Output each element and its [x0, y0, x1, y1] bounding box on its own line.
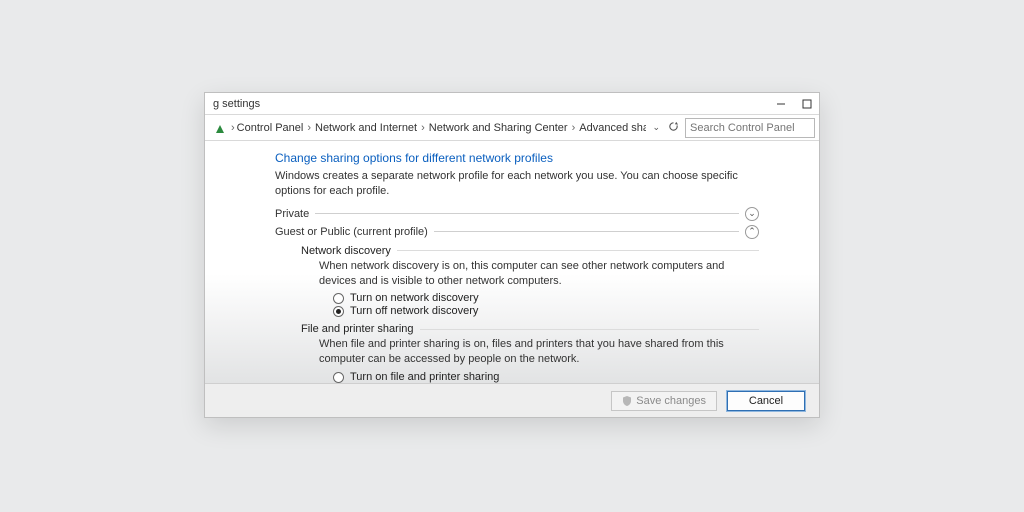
- radio-label: Turn on network discovery: [350, 292, 479, 304]
- subsection-label: Network discovery: [301, 245, 391, 257]
- radio-network-discovery-on[interactable]: Turn on network discovery: [333, 292, 759, 304]
- cancel-button[interactable]: Cancel: [727, 391, 805, 411]
- divider: [420, 329, 759, 330]
- button-label: Save changes: [636, 395, 706, 407]
- maximize-button[interactable]: [801, 98, 813, 110]
- minimize-button[interactable]: [775, 98, 787, 110]
- button-bar: Save changes Cancel: [205, 383, 819, 417]
- radio-file-printer-on[interactable]: Turn on file and printer sharing: [333, 371, 759, 383]
- shield-icon: [622, 396, 632, 406]
- dropdown-icon[interactable]: ⌄: [652, 122, 660, 133]
- chevron-right-icon: ›: [307, 122, 311, 134]
- radio-icon: [333, 372, 344, 383]
- nav-icon[interactable]: [213, 121, 227, 135]
- address-bar: › Control Panel › Network and Internet ›…: [205, 115, 819, 141]
- breadcrumb-item[interactable]: Network and Internet: [315, 122, 417, 134]
- page-title: Change sharing options for different net…: [275, 151, 759, 165]
- radio-icon: [333, 306, 344, 317]
- content-area: Change sharing options for different net…: [205, 141, 819, 383]
- save-changes-button[interactable]: Save changes: [611, 391, 717, 411]
- radio-label: Turn on file and printer sharing: [350, 371, 499, 383]
- search-input[interactable]: [685, 118, 815, 138]
- subsection-description: When file and printer sharing is on, fil…: [319, 337, 759, 367]
- chevron-up-icon[interactable]: ⌃: [745, 225, 759, 239]
- breadcrumb-item[interactable]: Advanced sharing settings: [579, 122, 646, 134]
- section-guest-public[interactable]: Guest or Public (current profile) ⌃: [275, 225, 759, 239]
- radio-icon: [333, 293, 344, 304]
- section-private[interactable]: Private ⌄: [275, 207, 759, 221]
- chevron-right-icon: ›: [421, 122, 425, 134]
- control-panel-window: g settings › Control Panel › Network and…: [204, 92, 820, 418]
- radio-network-discovery-off[interactable]: Turn off network discovery: [333, 305, 759, 317]
- section-label: Private: [275, 208, 309, 220]
- refresh-icon[interactable]: [668, 121, 679, 135]
- chevron-right-icon: ›: [572, 122, 576, 134]
- subsection-description: When network discovery is on, this compu…: [319, 259, 759, 289]
- subsection-network-discovery: Network discovery: [301, 245, 759, 257]
- window-title: g settings: [213, 98, 260, 110]
- divider: [315, 213, 739, 214]
- page-description: Windows creates a separate network profi…: [275, 169, 759, 199]
- button-label: Cancel: [749, 395, 783, 407]
- section-label: Guest or Public (current profile): [275, 226, 428, 238]
- chevron-down-icon[interactable]: ⌄: [745, 207, 759, 221]
- subsection-label: File and printer sharing: [301, 323, 414, 335]
- radio-label: Turn off network discovery: [350, 305, 478, 317]
- subsection-file-printer-sharing: File and printer sharing: [301, 323, 759, 335]
- breadcrumb-item[interactable]: Network and Sharing Center: [429, 122, 568, 134]
- breadcrumb-item[interactable]: Control Panel: [237, 122, 304, 134]
- titlebar: g settings: [205, 93, 819, 115]
- divider: [397, 250, 759, 251]
- breadcrumb: Control Panel › Network and Internet › N…: [235, 122, 647, 134]
- divider: [434, 231, 739, 232]
